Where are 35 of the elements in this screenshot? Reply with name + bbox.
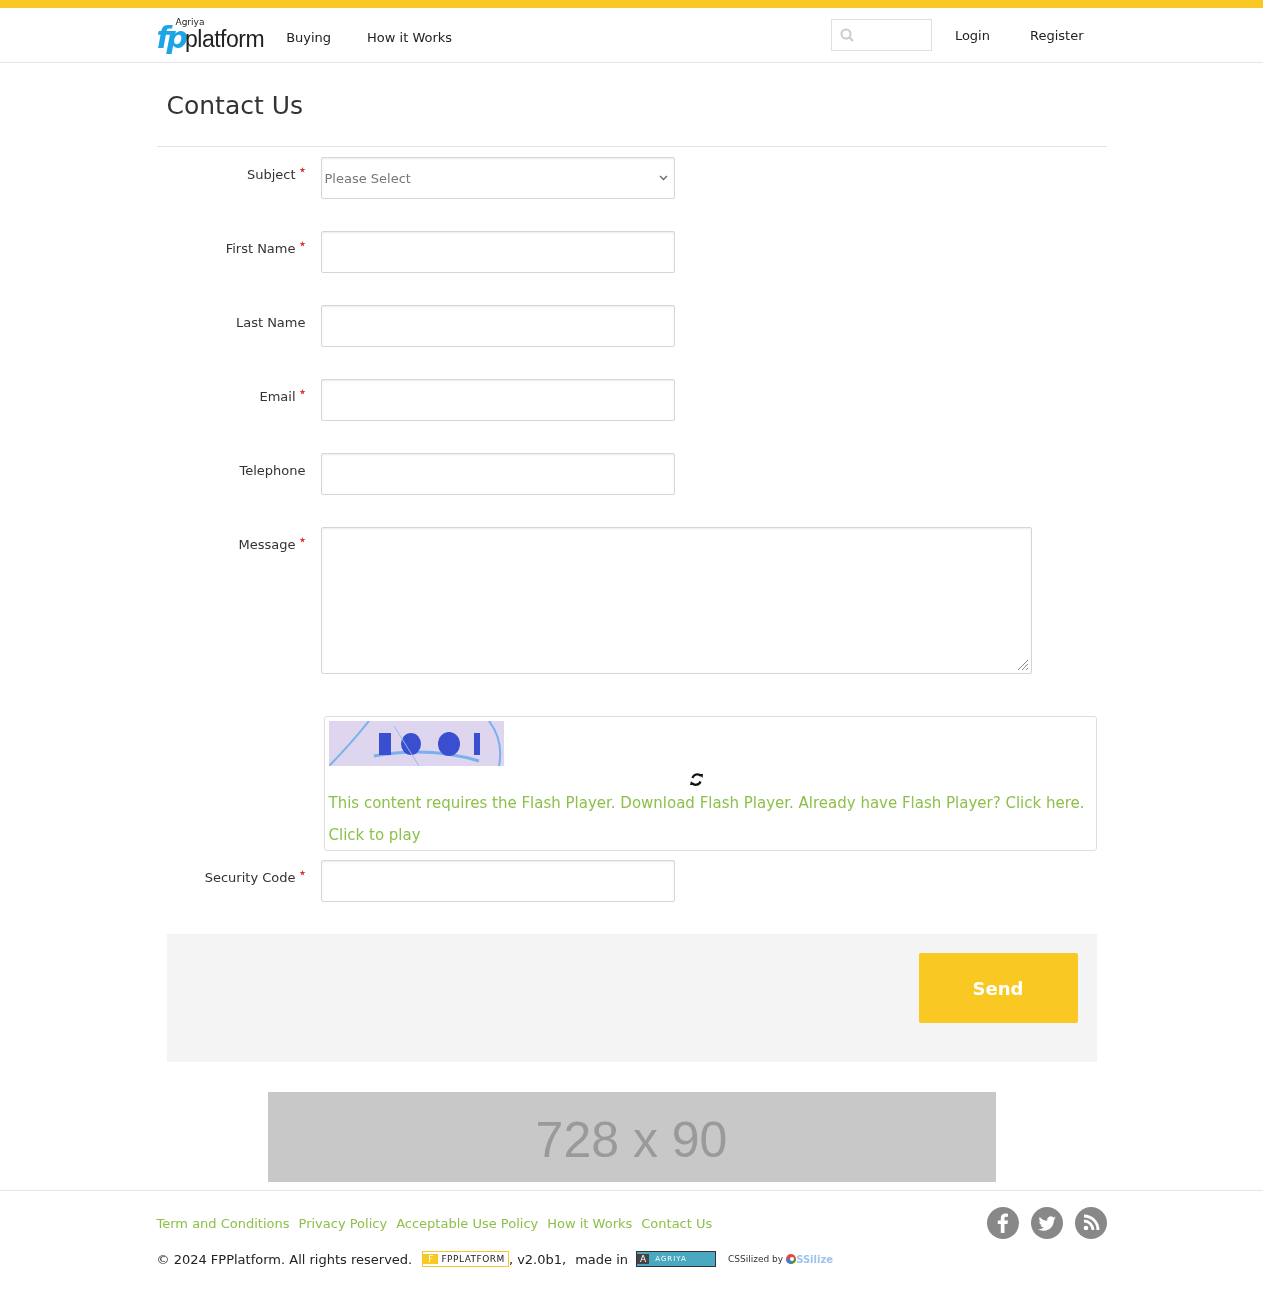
input-field[interactable] (320, 860, 675, 902)
field-label: Message (238, 537, 296, 552)
bird-icon (1030, 1207, 1063, 1239)
product-badge[interactable]: F FPPLATFORM (422, 1251, 509, 1267)
input-field[interactable] (320, 231, 675, 273)
field-label: First Name (225, 241, 296, 256)
field-label: Security Code (204, 870, 296, 885)
copyright-text: © 2024 FPPlatform. All rights reserved. (156, 1251, 413, 1267)
nav-link[interactable]: How it Works (367, 29, 453, 45)
input-field[interactable] (320, 379, 675, 421)
field-label: Email (259, 389, 296, 404)
field-label: Last Name (235, 315, 306, 330)
flash-message: This content requires the Flash Player. Download Flash Player. Already have Flash Player? Click here. (328, 794, 1085, 812)
facebook-icon (986, 1207, 1019, 1239)
logo-icon (786, 1254, 797, 1264)
caret-icon (658, 175, 668, 181)
account-link[interactable]: Register (1029, 27, 1084, 43)
field-label: Subject (246, 167, 296, 182)
input-field[interactable] (320, 305, 675, 347)
message-field[interactable] (320, 527, 1032, 674)
logo[interactable]: fpAgriya platform (156, 17, 265, 53)
account-link[interactable]: Login (954, 27, 990, 43)
input-field[interactable] (320, 453, 675, 495)
select-field[interactable]: Please Select (320, 157, 675, 199)
resize-handle-icon (1016, 659, 1029, 671)
page-title: Contact Us (156, 63, 1107, 147)
search-field[interactable] (830, 19, 932, 51)
search-icon (839, 28, 854, 42)
nav-link[interactable]: Buying (286, 29, 332, 45)
rss-icon (1074, 1207, 1107, 1239)
credit-text: CSSilized by (728, 1254, 784, 1264)
field-label: Telephone (239, 463, 306, 478)
version-text: , v2.0b1, (508, 1251, 567, 1267)
refresh-icon (689, 773, 703, 786)
made-in-text: made in (575, 1251, 629, 1267)
